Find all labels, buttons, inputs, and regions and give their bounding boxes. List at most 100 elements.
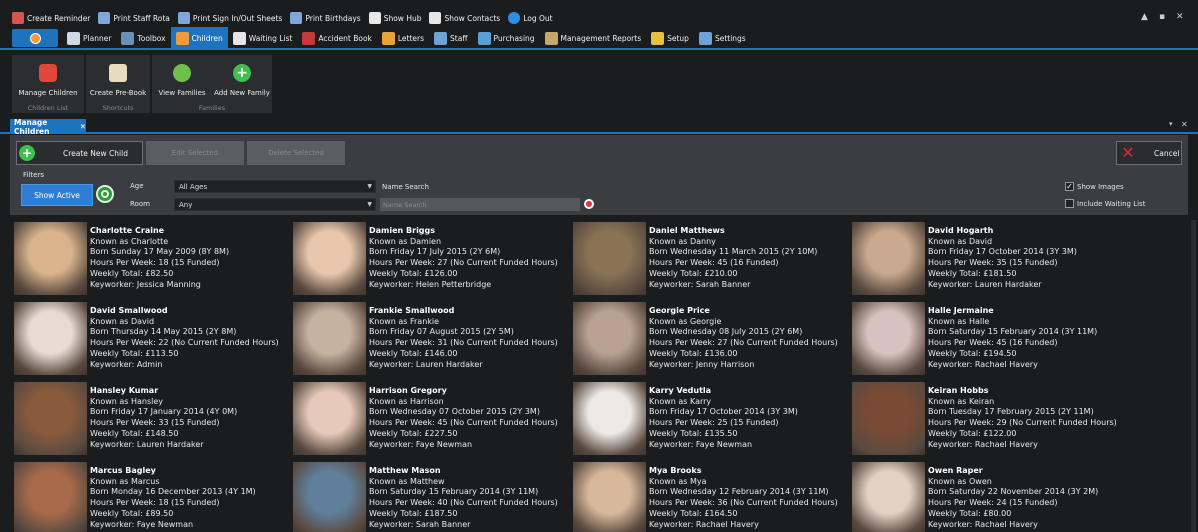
child-card[interactable]: Hansley Kumar Known as Hansley Born Friday… [14,382,289,458]
active-toggle[interactable] [96,185,114,203]
quick-access-show-hub[interactable]: Show Hub [368,12,421,24]
view-families-button[interactable]: View Families [152,55,212,103]
child-hours: Hours Per Week: 45 (No Current Funded Ho… [369,418,558,428]
child-card[interactable]: Mya Brooks Known as Mya Born Wednesday 12 … [573,462,848,532]
child-known-as: Known as Charlotte [90,236,169,246]
show-active-button[interactable]: Show Active [21,184,93,206]
child-known-as: Known as Mya [649,476,707,486]
child-photo [14,382,87,455]
minimize-icon[interactable]: ▲ [1141,12,1148,22]
child-card[interactable]: Daniel Matthews Known as Danny Born Wednes… [573,222,848,298]
home-button[interactable] [12,29,58,47]
child-born: Born Friday 07 August 2015 (2Y 5M) [369,327,514,337]
create-prebook-button[interactable]: Create Pre-Book [86,55,150,103]
checkbox-unchecked-icon [1065,199,1074,208]
quick-access-label: Print Staff Rota [113,13,170,23]
close-window-icon[interactable]: ✕ [1176,12,1184,22]
menu-children[interactable]: Children [170,27,228,49]
quick-access-print-sign-in-out-sheets[interactable]: Print Sign In/Out Sheets [177,12,282,24]
menu-purchasing[interactable]: Purchasing [473,27,540,49]
child-name: Harrison Gregory [369,386,447,395]
child-card[interactable]: Owen Raper Known as Owen Born Saturday 22 … [852,462,1127,532]
quick-access-bar: Create Reminder Print Staff Rota Print Sig… [0,8,1198,28]
cancel-button[interactable]: ✕ Cancel [1116,141,1182,165]
child-weekly: Weekly Total: £136.00 [649,348,738,358]
close-all-icon[interactable]: ✕ [1181,120,1188,129]
child-card[interactable]: Keiran Hobbs Known as Keiran Born Tuesday … [852,382,1127,458]
child-photo [14,462,87,532]
child-hours: Hours Per Week: 33 (15 Funded) [90,418,220,428]
menu-staff[interactable]: Staff [429,27,472,49]
child-photo [14,222,87,295]
cancel-label: Cancel [1154,148,1180,158]
manage-children-label: Manage Children [18,89,78,97]
tab-manage-children[interactable]: Manage Children ✕ [10,118,86,136]
include-waiting-list-checkbox[interactable]: Include Waiting List [1065,199,1145,208]
child-known-as: Known as Hansley [90,396,164,406]
quick-access-log-out[interactable]: Log Out [508,12,553,24]
child-photo [573,382,646,455]
child-card[interactable]: Charlotte Craine Known as Charlotte Born S… [14,222,289,298]
quick-access-print-staff-rota[interactable]: Print Staff Rota [98,12,170,24]
quick-access-show-contacts[interactable]: Show Contacts [429,12,500,24]
child-weekly: Weekly Total: £227.50 [369,428,458,438]
menu-settings[interactable]: Settings [694,27,751,49]
child-born: Born Sunday 17 May 2009 (8Y 8M) [90,247,230,257]
show-active-label: Show Active [34,190,80,200]
reports-icon [544,31,558,45]
group-label-children-list: Children List [27,104,69,112]
child-photo [573,222,646,295]
chevron-down-icon: ▼ [367,183,372,190]
child-info: Marcus Bagley Known as Marcus Born Monday … [90,466,256,530]
tab-close-icon[interactable]: ✕ [80,122,86,131]
child-name: Daniel Matthews [649,226,725,235]
child-photo [852,222,925,295]
child-card[interactable]: David Hogarth Known as David Born Friday 1… [852,222,1127,298]
child-card[interactable]: Karry Vedutla Known as Karry Born Friday 1… [573,382,848,458]
child-info: Charlotte Craine Known as Charlotte Born S… [90,226,229,290]
child-card[interactable]: Marcus Bagley Known as Marcus Born Monday … [14,462,289,532]
child-born: Born Friday 17 January 2014 (4Y 0M) [90,407,238,417]
child-keyworker: Keyworker: Faye Newman [90,519,194,529]
child-name: Matthew Mason [369,466,441,475]
child-card[interactable]: David Smallwood Known as David Born Thursd… [14,302,289,378]
create-new-child-button[interactable]: + Create New Child [16,141,143,165]
delete-selected-button[interactable]: Delete Selected [247,141,345,165]
menu-management-reports[interactable]: Management Reports [540,27,647,49]
restore-icon[interactable]: ▪ [1159,12,1165,22]
printer-icon [177,12,190,24]
child-name: Damien Briggs [369,226,436,235]
scrollbar-thumb[interactable] [1191,220,1196,532]
add-new-family-button[interactable]: + Add New Family [212,55,272,103]
menu-planner[interactable]: Planner [62,27,116,49]
child-keyworker: Keyworker: Faye Newman [369,439,473,449]
child-card[interactable]: Frankie Smallwood Known as Frankie Born Fr… [293,302,568,378]
menu-accident-book[interactable]: Accident Book [297,27,376,49]
edit-selected-button[interactable]: Edit Selected [146,141,244,165]
filter-panel: + Create New Child Edit Selected Delete … [10,135,1188,215]
menu-waiting-list[interactable]: Waiting List [228,27,298,49]
quick-access-create-reminder[interactable]: Create Reminder [12,12,90,24]
child-weekly: Weekly Total: £82.50 [90,268,174,278]
name-search-input[interactable]: Name Search [380,198,580,211]
child-name: Halle Jermaine [928,306,994,315]
menu-setup[interactable]: Setup [646,27,694,49]
vertical-scrollbar[interactable] [1189,220,1198,532]
clear-search-icon[interactable] [584,199,594,209]
tab-overflow-icon[interactable]: ▾ [1169,120,1173,128]
age-select[interactable]: All Ages ▼ [174,180,376,193]
child-card[interactable]: Georgie Price Known as Georgie Born Wednes… [573,302,848,378]
child-card[interactable]: Halle Jermaine Known as Halle Born Saturda… [852,302,1127,378]
menu-toolbox[interactable]: Toolbox [116,27,170,49]
child-card[interactable]: Damien Briggs Known as Damien Born Friday … [293,222,568,298]
manage-children-button[interactable]: Manage Children [12,55,84,103]
setup-icon [651,31,665,45]
name-search-placeholder: Name Search [383,200,427,209]
show-images-checkbox[interactable]: ✓ Show Images [1065,182,1124,191]
child-card[interactable]: Matthew Mason Known as Matthew Born Saturd… [293,462,568,532]
menu-label: Staff [450,33,468,43]
room-select[interactable]: Any ▼ [174,198,376,211]
menu-letters[interactable]: Letters [377,27,429,49]
child-card[interactable]: Harrison Gregory Known as Harrison Born We… [293,382,568,458]
quick-access-print-birthdays[interactable]: Print Birthdays [290,12,361,24]
